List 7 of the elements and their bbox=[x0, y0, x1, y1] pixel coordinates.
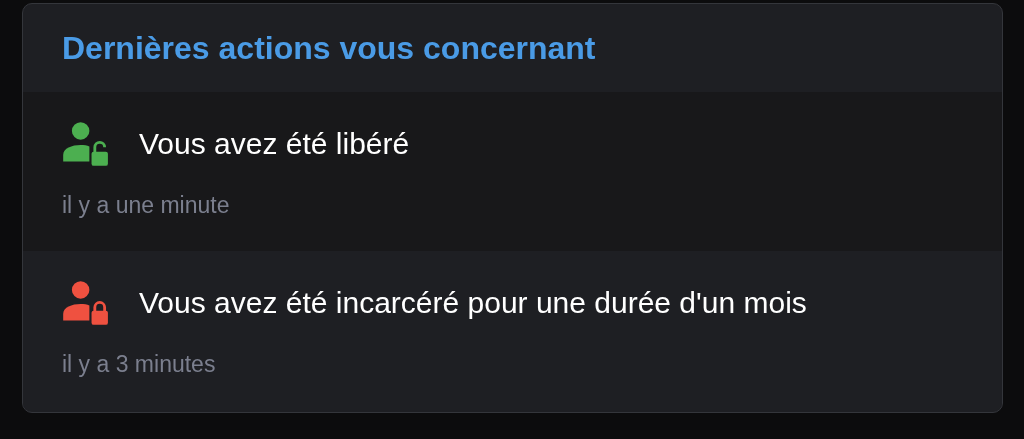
action-message: Vous avez été libéré bbox=[139, 127, 410, 161]
action-time: il y a 3 minutes bbox=[61, 351, 217, 378]
action-message: Vous avez été incarcéré pour une durée d'un mois bbox=[139, 286, 807, 320]
user-unlocked-icon bbox=[61, 120, 109, 168]
card-title: Dernières actions vous concernant bbox=[62, 29, 596, 67]
user-locked-icon bbox=[61, 279, 109, 327]
action-time: il y a une minute bbox=[61, 192, 231, 219]
